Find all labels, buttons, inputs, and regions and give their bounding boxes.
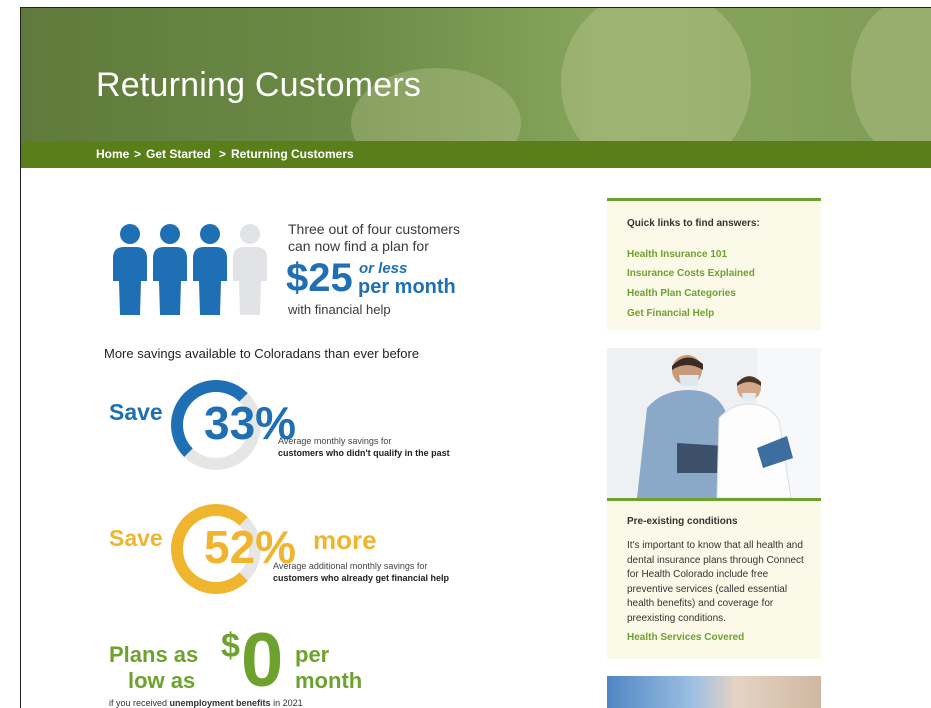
hero-photo-shape — [561, 8, 751, 141]
more-label: more — [313, 525, 377, 555]
link-plan-categories[interactable]: Health Plan Categories — [627, 288, 736, 299]
breadcrumb: Home > Get Started > Returning Customers — [21, 141, 931, 168]
savings-caption-bold: customers who didn't qualify in the past — [278, 448, 450, 458]
breadcrumb-separator: > — [219, 147, 227, 161]
page-title: Returning Customers — [96, 66, 422, 104]
intro-line: Three out of four customers — [288, 221, 460, 237]
breadcrumb-home-link[interactable]: Home — [96, 147, 129, 161]
price-figure: $25 — [286, 256, 353, 300]
link-financial-help[interactable]: Get Financial Help — [627, 308, 714, 319]
plans-as-text: Plans as — [109, 642, 199, 667]
link-insurance-costs[interactable]: Insurance Costs Explained — [627, 268, 755, 279]
intro-text: Three out of four customers can now find… — [288, 221, 460, 255]
preexisting-title: Pre-existing conditions — [627, 516, 738, 527]
preexisting-card: Pre-existing conditions It's important t… — [607, 501, 821, 659]
month-text: month — [295, 668, 363, 693]
hero-banner: Returning Customers — [21, 8, 931, 141]
zero-price: 0 — [241, 618, 284, 703]
breadcrumb-separator: > — [134, 147, 142, 161]
savings-heading: More savings available to Coloradans tha… — [104, 346, 420, 361]
second-photo — [607, 676, 821, 708]
savings-caption-bold: customers who already get financial help — [273, 573, 450, 583]
per-text: per — [295, 642, 330, 667]
breadcrumb-get-started-link[interactable]: Get Started — [146, 147, 211, 161]
preexisting-body: It's important to know that all health a… — [627, 540, 804, 624]
intro-line: can now find a plan for — [288, 238, 429, 254]
photo-illustration — [607, 348, 821, 498]
link-health-services-covered[interactable]: Health Services Covered — [627, 632, 744, 643]
save-label: Save — [109, 525, 163, 551]
breadcrumb-current: Returning Customers — [231, 147, 354, 161]
save-label: Save — [109, 399, 163, 425]
page-frame: Returning Customers Home > Get Started >… — [20, 7, 931, 708]
savings-caption: Average additional monthly savings for — [273, 561, 428, 571]
savings-caption: Average monthly savings for — [278, 436, 392, 446]
low-as-text: low as — [128, 668, 196, 693]
people-icon — [113, 224, 267, 315]
link-health-insurance-101[interactable]: Health Insurance 101 — [627, 249, 727, 260]
dollar-sign: $ — [221, 627, 240, 665]
hero-photo-shape — [851, 8, 931, 141]
with-help-text: with financial help — [288, 302, 391, 317]
per-month-text: per month — [358, 276, 456, 298]
quick-links-box: Quick links to find answers: Health Insu… — [607, 198, 821, 330]
quick-links-title: Quick links to find answers: — [627, 218, 760, 229]
or-less-text: or less — [359, 260, 408, 277]
doctor-patient-photo — [607, 348, 821, 498]
